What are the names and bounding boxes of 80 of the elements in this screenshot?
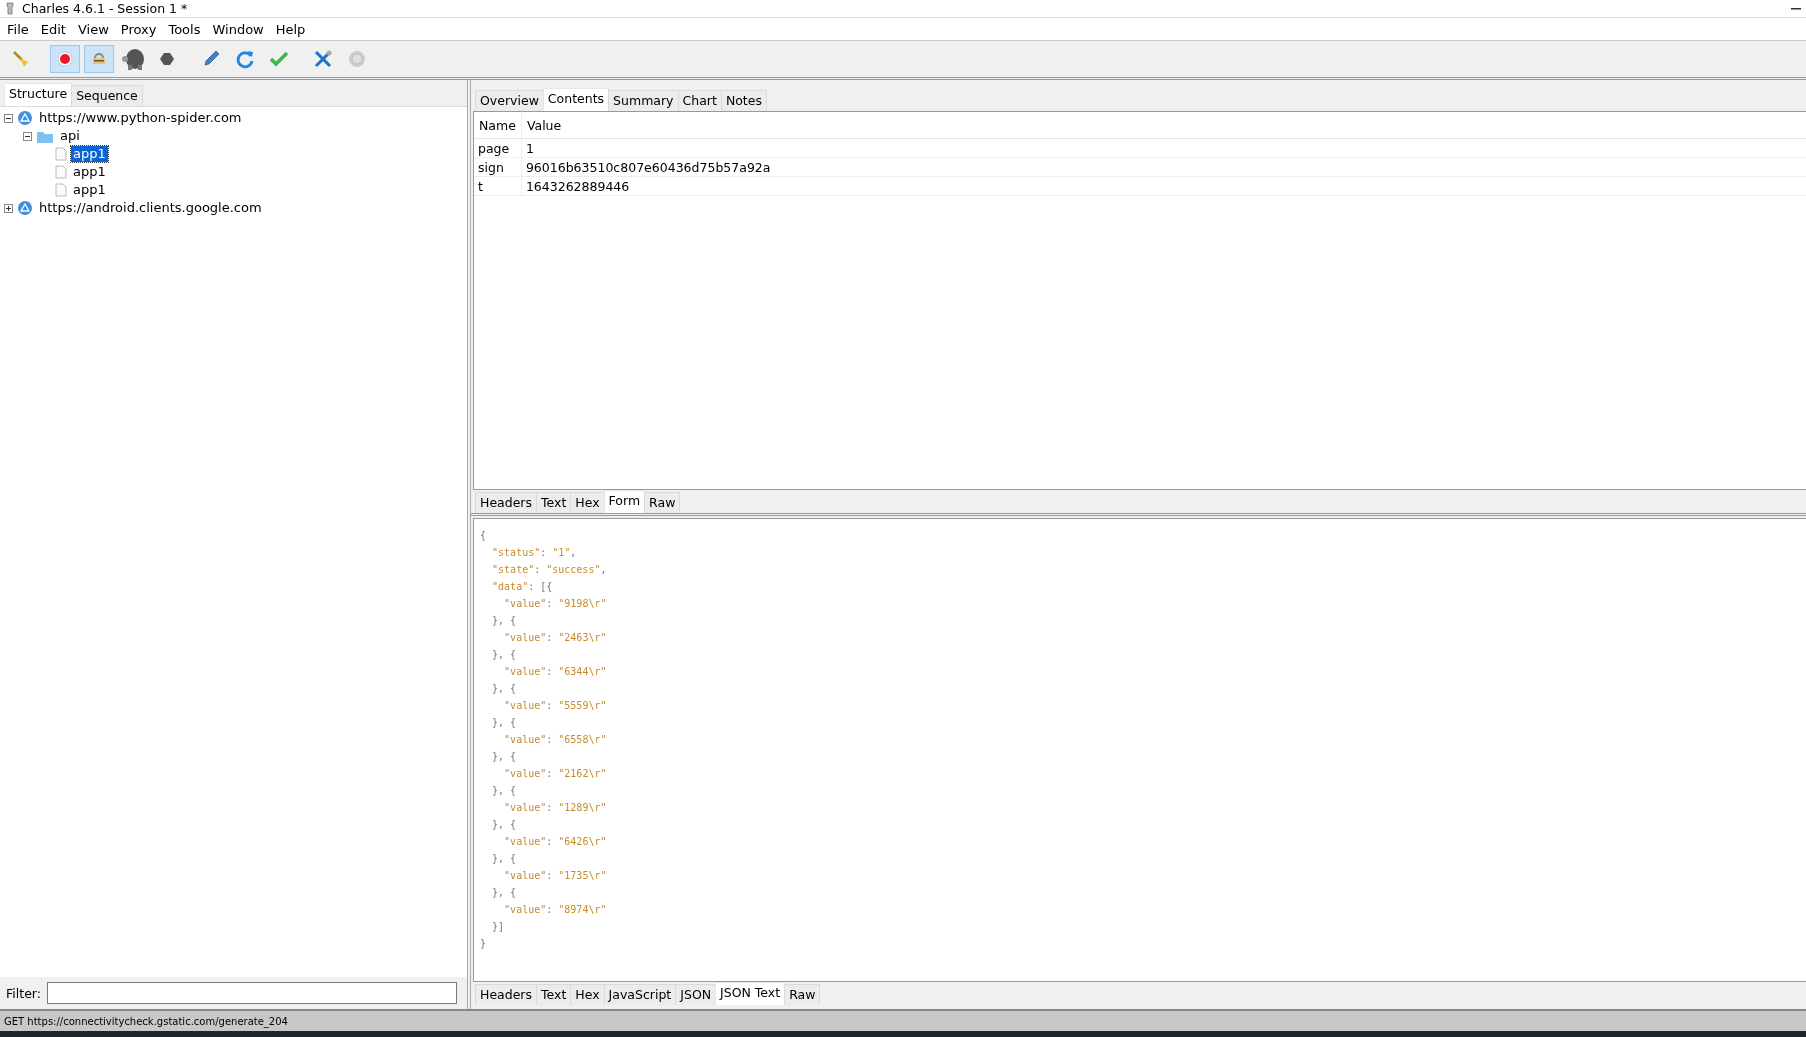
code-line: "value": "9198\r" [503,597,607,611]
code-line: "value": "6558\r" [503,733,607,747]
code-line: "value": "1289\r" [503,801,607,815]
code-line: }, { [491,886,517,900]
code-line: "status": "1", [491,546,577,560]
tab[interactable]: Contents [542,88,610,111]
tab[interactable]: Hex [570,492,605,513]
tab[interactable]: Raw [784,984,821,1005]
tab[interactable]: Text [536,492,572,513]
code-line: }, { [491,852,517,866]
code-line: "state": "success", [491,563,607,577]
filter-label: Filter: [6,985,41,1001]
file-icon [55,147,67,161]
tree-item[interactable]: app1 [71,164,108,180]
code-line: "value": "2162\r" [503,767,607,781]
code-line: "value": "2463\r" [503,631,607,645]
tab[interactable]: Raw [644,492,681,513]
menu-item[interactable]: Window [207,21,271,37]
code-line: }, { [491,818,517,832]
code-line: }, { [491,682,517,696]
tab[interactable]: Summary [608,90,679,111]
tab[interactable]: Text [536,984,572,1005]
status-text: GET https://connectivitycheck.gstatic.com/generate_204 [4,1015,288,1027]
tab[interactable]: JSON Text [715,982,786,1005]
record-icon [54,48,76,70]
menu-item[interactable]: Edit [35,21,73,37]
code-line: "value": "1735\r" [503,869,607,883]
file-icon [55,183,67,197]
code-line: }, { [491,716,517,730]
menu-item[interactable]: File [2,21,36,37]
menu-item[interactable]: Tools [163,21,208,37]
tab[interactable]: Headers [475,492,538,513]
code-line: }, { [491,750,517,764]
globe-icon [17,200,33,216]
tree-item[interactable]: https://android.clients.google.com [37,200,264,216]
column-header[interactable]: Value [521,112,1806,139]
tab[interactable]: Notes [720,90,767,111]
code-line: "value": "5559\r" [503,699,607,713]
menu-item[interactable]: Proxy [115,21,164,37]
filter-field[interactable] [46,982,457,1004]
tab[interactable]: Overview [475,90,544,111]
collapse-icon[interactable] [4,113,13,123]
tree-item[interactable]: app1 [71,146,108,162]
window-title: Charles 4.6.1 - Session 1 * [22,1,188,16]
table-cell: page [474,138,522,158]
refresh-icon [234,48,256,70]
code-line: "value": "6426\r" [503,835,607,849]
tree-item[interactable]: app1 [71,182,108,198]
tab[interactable]: Structure [4,83,73,106]
tree-item[interactable]: api [58,128,82,144]
menu-item[interactable]: Help [270,21,313,37]
menu-item[interactable]: View [72,21,116,37]
tab[interactable]: Form [603,490,646,513]
collapse-icon[interactable] [23,131,32,141]
tab[interactable]: Sequence [71,85,143,106]
globe-icon [17,110,33,126]
file-icon [55,165,67,179]
tab[interactable]: JSON [675,984,717,1005]
table-cell: 1643262889446 [521,176,1806,196]
column-header[interactable]: Name [474,112,522,139]
table-cell: 96016b63510c807e60436d75b57a92a [521,157,1806,177]
table-cell: sign [474,157,522,177]
tab[interactable]: JavaScript [603,984,677,1005]
expand-icon[interactable] [4,203,13,213]
code-line: "value": "6344\r" [503,665,607,679]
tree-item[interactable]: https://www.python-spider.com [37,110,244,126]
tab[interactable]: Headers [475,984,538,1005]
code-line: }, { [491,614,517,628]
code-line: }, { [491,784,517,798]
table-cell: 1 [521,138,1806,158]
code-line: { [480,529,487,543]
code-line: "data": [{ [491,580,553,594]
tab[interactable]: Chart [677,90,722,111]
record-button[interactable] [50,45,80,73]
table-cell: t [474,176,522,196]
code-line: }, { [491,648,517,662]
code-line: } [480,937,487,951]
code-line: }] [491,920,505,934]
tab[interactable]: Hex [570,984,605,1005]
code-line: "value": "8974\r" [503,903,607,917]
